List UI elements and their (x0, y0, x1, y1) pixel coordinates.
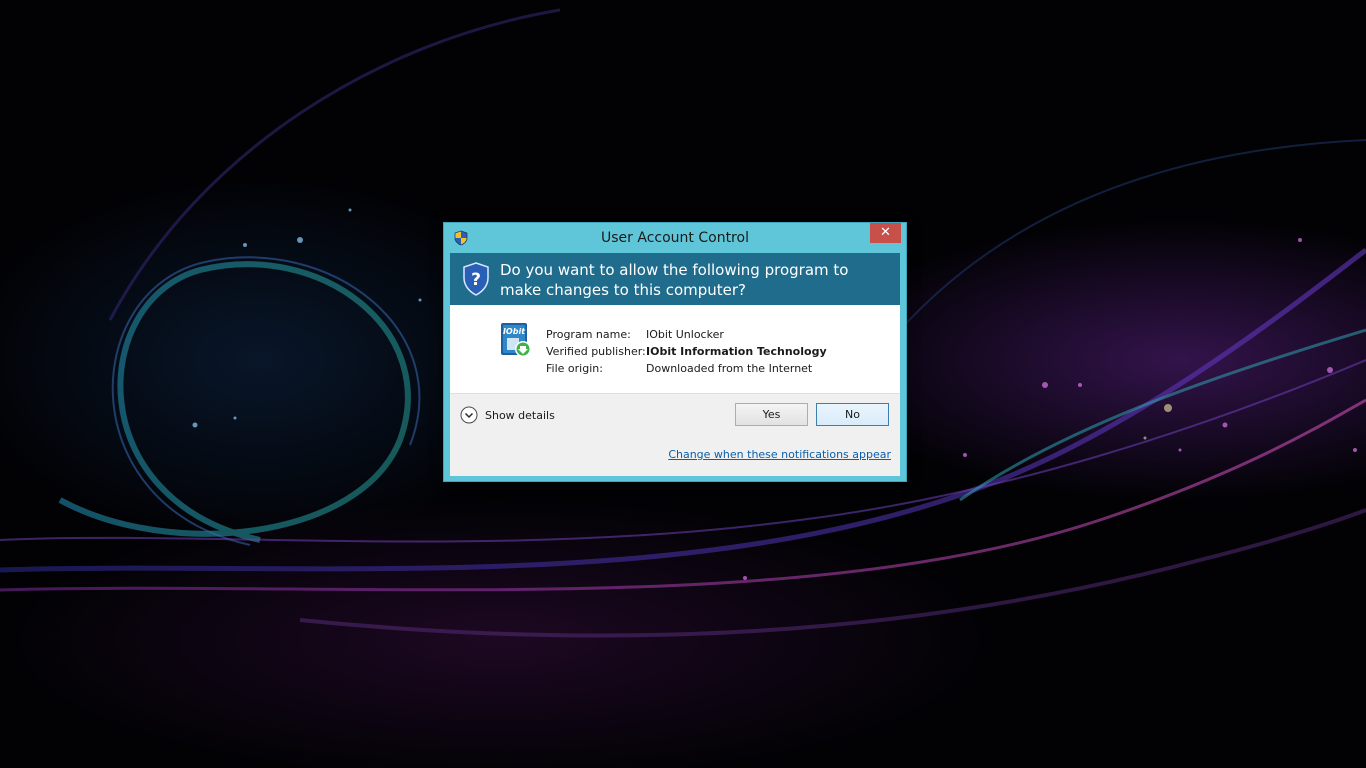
change-notifications-link[interactable]: Change when these notifications appear (668, 448, 891, 461)
program-name-label: Program name: (546, 328, 631, 341)
publisher-value: IObit Information Technology (646, 345, 827, 358)
file-origin-value: Downloaded from the Internet (646, 362, 813, 375)
svg-text:?: ? (471, 270, 481, 290)
question-text: Do you want to allow the following progr… (500, 261, 849, 299)
button-bar: Show details Yes No (450, 393, 900, 438)
chevron-down-icon[interactable] (460, 406, 478, 424)
program-icon-text: IObit (503, 327, 526, 336)
iobit-unlocker-icon: IObit (499, 322, 533, 358)
dialog-footer: Change when these notifications appear (450, 437, 900, 476)
close-icon: ✕ (880, 225, 891, 240)
question-shield-icon: ? (462, 262, 490, 296)
window-title: User Account Control (601, 230, 749, 246)
file-origin-label: File origin: (546, 362, 603, 375)
uac-dialog: User Account Control ✕ ? Do you want to … (443, 222, 907, 482)
close-button[interactable]: ✕ (870, 223, 901, 243)
no-button[interactable]: No (816, 403, 889, 426)
title-bar[interactable]: User Account Control ✕ (444, 223, 906, 253)
question-banner: ? Do you want to allow the following pro… (450, 253, 900, 305)
dialog-client-area: ? Do you want to allow the following pro… (450, 253, 900, 476)
show-details-label[interactable]: Show details (485, 409, 555, 422)
publisher-label: Verified publisher: (546, 345, 646, 358)
program-name-value: IObit Unlocker (646, 328, 724, 341)
yes-button[interactable]: Yes (735, 403, 808, 426)
